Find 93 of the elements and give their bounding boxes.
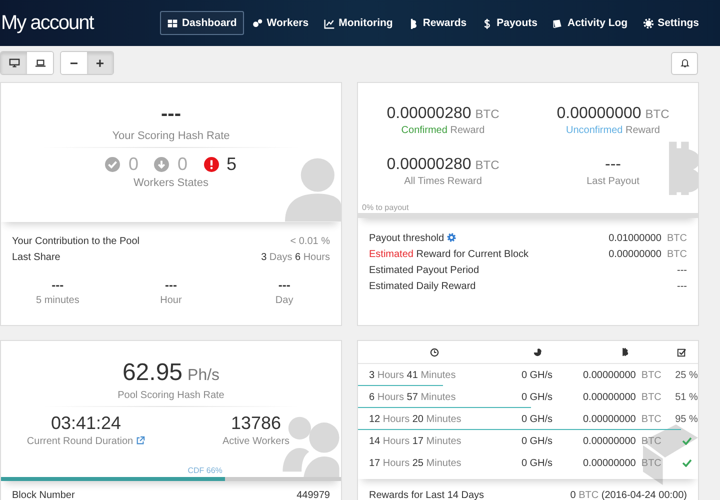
round-duration: 17 Hours 25 Minutes (369, 458, 462, 468)
currency-label: BTC (475, 158, 500, 172)
reward-label: All Times Reward (403, 176, 483, 187)
worker-count: 0 (177, 154, 188, 175)
currency-label: BTC (645, 107, 670, 121)
detail-value: 0.00000000 BTC (608, 248, 687, 260)
book-icon (552, 18, 564, 28)
round-duration: 6 Hours 57 Minutes (369, 392, 457, 402)
detail-label: Estimated Payout Period (369, 264, 480, 276)
grid-icon (166, 18, 178, 28)
pie-chart-icon (532, 348, 542, 356)
workers-states-label: Workers States (132, 177, 210, 189)
period-label: 5 minutes (34, 295, 80, 306)
notifications-button[interactable] (671, 52, 698, 74)
clock-icon (430, 348, 438, 356)
hash-rate-cell: 0 GH/s (521, 436, 553, 446)
period-label: Hour (159, 295, 183, 306)
detail-value: 3 Days 6 Hours (261, 252, 330, 262)
gear-icon (642, 18, 654, 28)
external-link-icon[interactable] (136, 436, 146, 445)
payout-progress-label: 0% to payout (362, 203, 409, 212)
stat-label: Current Round Duration (1, 436, 171, 447)
line-chart-icon (324, 18, 335, 28)
zoom-button[interactable]: − (61, 52, 87, 74)
footer-value: 0 BTC (2016-04-24 00:00) (570, 490, 687, 500)
detail-value: --- (677, 280, 687, 292)
reward-cell: 0.00000000 BTC (583, 392, 662, 402)
view-toggle-button[interactable] (27, 52, 53, 74)
zoom-button[interactable]: + (87, 52, 113, 74)
view-toggle-button[interactable] (1, 52, 27, 74)
detail-label: Last Share (12, 252, 60, 262)
gear-icon[interactable] (447, 232, 456, 242)
hash-rate-cell: 0 GH/s (521, 414, 553, 424)
stat-value: 03:41:24 (50, 413, 122, 434)
detail-value: 0.01000000 BTC (608, 232, 687, 244)
detail-label: Payout threshold (369, 232, 456, 244)
desktop-icon (8, 58, 20, 68)
detail-label: Block Number (12, 490, 75, 500)
detail-value: --- (677, 264, 687, 276)
currency-label: BTC (475, 107, 500, 121)
dollar-icon (482, 18, 493, 28)
reward-label: Unconfirmed Reward (565, 125, 661, 136)
detail-value: < 0.01 % (290, 236, 330, 246)
hash-rate-value: --- (160, 103, 182, 126)
hash-rate-cell: 0 GH/s (521, 392, 553, 402)
detail-label: Your Contribution to the Pool (12, 236, 140, 246)
bell-icon (680, 58, 690, 68)
stat-value: 13786 (230, 413, 282, 434)
reward-amount: 0.00000280 (386, 105, 472, 122)
period-label: Day (274, 295, 294, 306)
reward-cell: 0.00000000 BTC (583, 458, 662, 468)
stat-label: Active Workers (221, 436, 291, 447)
round-duration: 3 Hours 41 Minutes (369, 370, 457, 380)
hash-rate-label: Your Scoring Hash Rate (111, 130, 231, 142)
nav-tab[interactable]: Payouts (474, 11, 544, 35)
detail-value: 449979 (296, 490, 330, 500)
round-duration: 12 Hours 20 Minutes (369, 414, 462, 424)
nav-tab[interactable]: Dashboard (160, 11, 244, 35)
period-value: --- (50, 278, 65, 292)
reward-label: Last Payout (586, 176, 640, 187)
round-duration: 14 Hours 17 Minutes (369, 436, 462, 446)
reward-cell: 0.00000000 BTC (583, 436, 662, 446)
bitcoin-icon (621, 347, 629, 357)
reward-cell: 0.00000000 BTC (583, 414, 662, 424)
nav-tab[interactable]: Workers (244, 11, 316, 35)
progress-percent: 51 % (675, 392, 698, 402)
checked-box-icon (677, 348, 686, 356)
period-value: --- (277, 278, 292, 292)
worker-count: 5 (226, 154, 237, 175)
unit-label: Ph/s (188, 367, 220, 384)
progress-percent: 95 % (675, 414, 698, 424)
pool-hash-rate-label: Pool Scoring Hash Rate (116, 390, 226, 401)
hash-rate-cell: 0 GH/s (521, 458, 553, 468)
reward-cell: 0.00000000 BTC (583, 370, 662, 380)
nav-tab[interactable]: Activity Log (545, 11, 635, 35)
footer-label: Rewards for Last 14 Days (369, 490, 484, 500)
reward-amount: 0.00000000 (556, 105, 642, 122)
period-value: --- (164, 278, 178, 292)
detail-label: Estimated Daily Reward (369, 280, 476, 292)
reward-amount: --- (605, 156, 621, 173)
hash-rate-cell: 0 GH/s (521, 370, 553, 380)
reward-amount: 0.00000280 (386, 156, 472, 173)
detail-label: Estimated Reward for Current Block (369, 248, 529, 260)
progress-percent: 25 % (675, 370, 698, 380)
reward-label: Confirmed Reward (400, 125, 486, 136)
pool-hash-rate-value: 62.95 (122, 359, 183, 386)
laptop-icon (34, 58, 46, 68)
nav-tab[interactable]: Rewards (400, 11, 474, 35)
nav-tab[interactable]: Settings (636, 11, 706, 35)
cdf-label: CDF 66% (188, 466, 224, 475)
account-title: My account (0, 12, 94, 34)
nav-tab[interactable]: Monitoring (316, 11, 400, 35)
worker-count: 0 (128, 154, 138, 175)
